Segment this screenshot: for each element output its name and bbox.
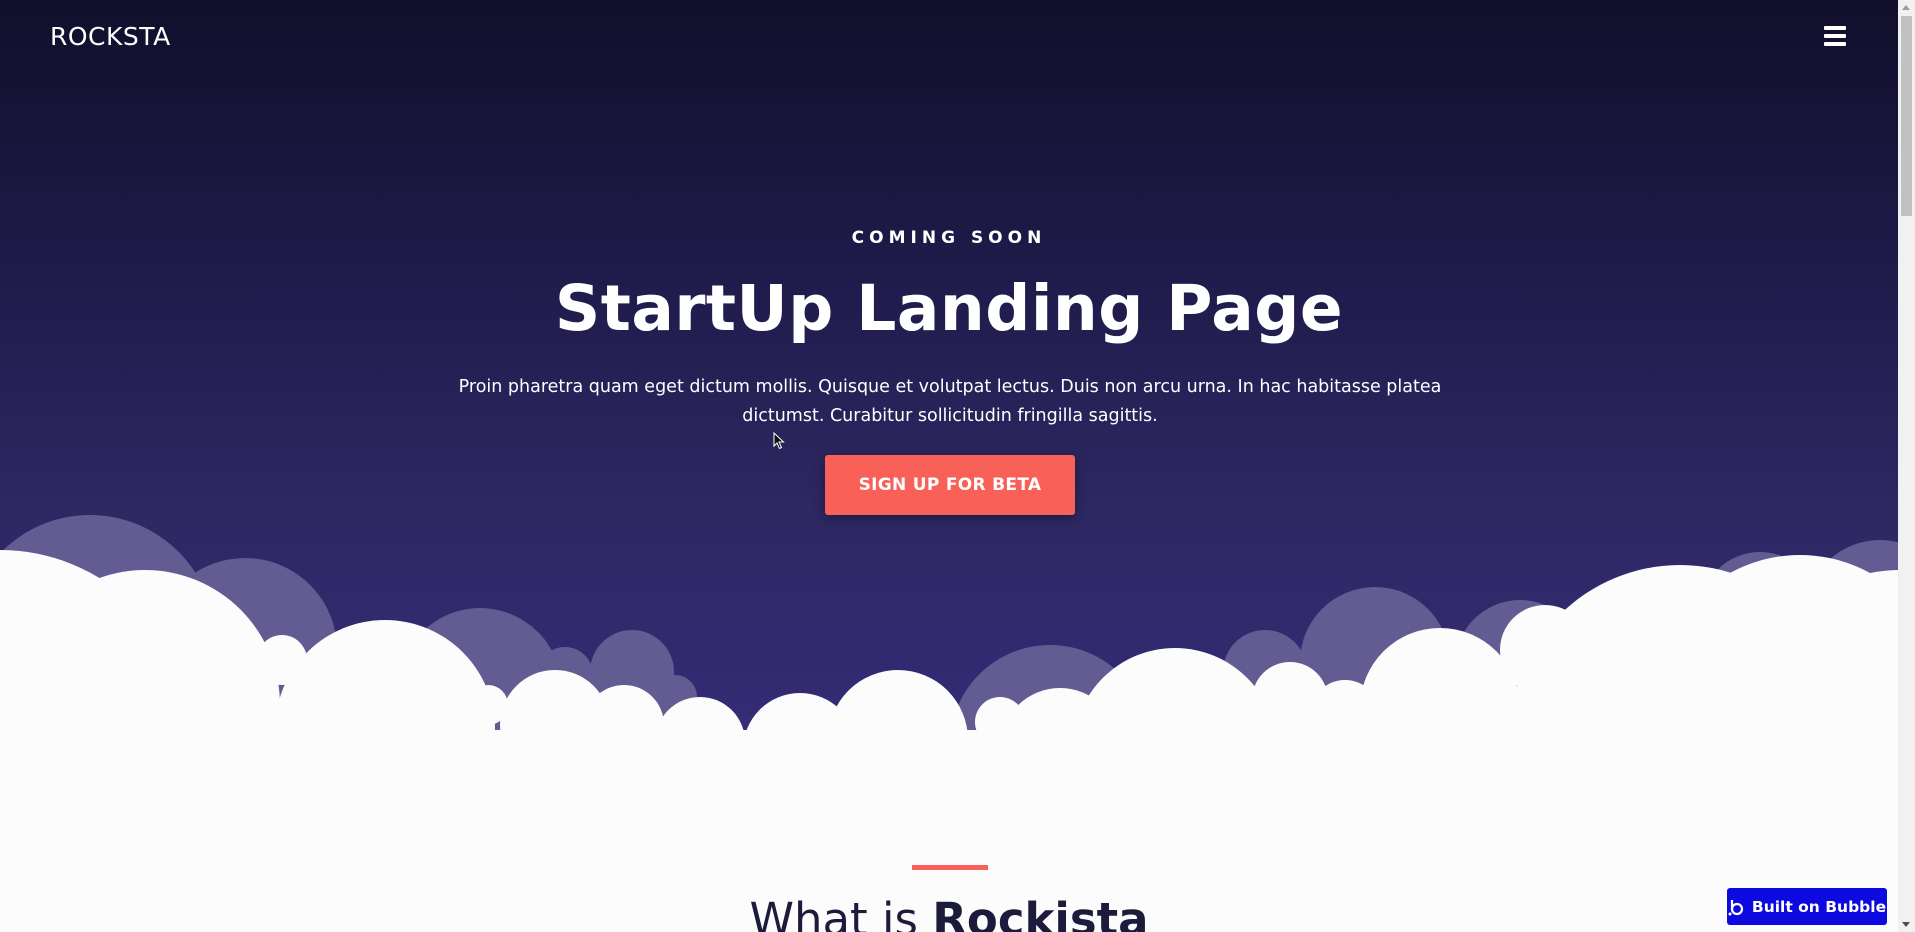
hero-subtitle-line-2: dictumst. Curabitur sollicitudin fringil… [742,406,1158,426]
mouse-cursor-icon [773,432,785,450]
bubble-logo-icon [1728,899,1743,915]
page-scrollbar[interactable] [1898,0,1915,932]
brand-logo[interactable]: ROCKSTA [50,22,171,51]
section-title-brand: Rockista [932,893,1149,932]
hero-title: StartUp Landing Page [554,272,1344,345]
section-title-prefix: What is [749,893,933,932]
coming-soon-label: COMING SOON [851,228,1047,248]
hero-section: ROCKSTA COMING SOON StartUp Landing Page… [0,0,1898,932]
menu-bar [1824,34,1846,38]
menu-bar [1824,26,1846,30]
built-on-bubble-badge[interactable]: Built on Bubble [1727,888,1887,925]
scrollbar-thumb[interactable] [1901,16,1912,216]
section-divider [912,865,988,870]
hero-subtitle-line-1: Proin pharetra quam eget dictum mollis. … [458,377,1442,397]
hamburger-menu-icon[interactable] [1824,26,1848,48]
badge-label: Built on Bubble [1751,897,1887,916]
scroll-up-arrow-icon[interactable] [1902,5,1910,10]
sign-up-beta-button[interactable]: SIGN UP FOR BETA [825,455,1075,515]
section-title: What is Rockista [0,893,1898,932]
scroll-down-arrow-icon[interactable] [1902,922,1910,927]
hero-subtitle: Proin pharetra quam eget dictum mollis. … [450,373,1450,431]
menu-bar [1824,42,1846,46]
